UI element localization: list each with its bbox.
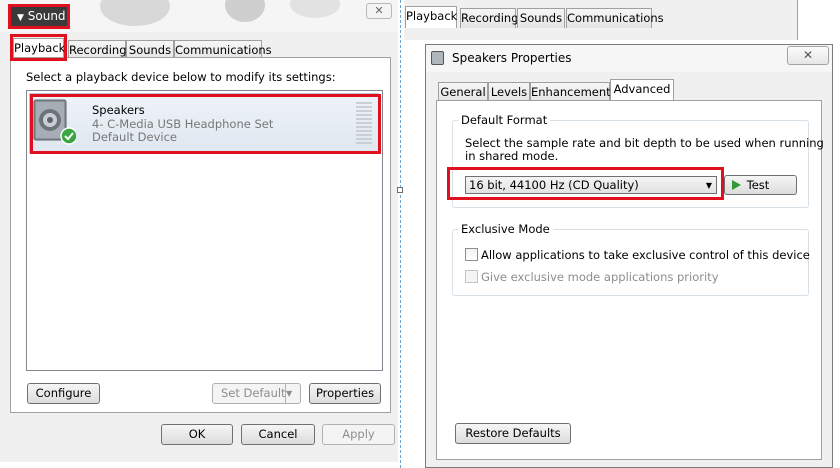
exclusive-priority-checkbox: [465, 270, 478, 283]
exclusive-mode-group: [452, 229, 809, 296]
sound-window-title: ▼ Sound: [8, 4, 70, 29]
chevron-down-icon: ▼: [285, 384, 300, 403]
set-default-button: Set Default ▼: [212, 383, 301, 404]
properties-close-button[interactable]: ✕: [787, 46, 829, 65]
allow-exclusive-checkbox[interactable]: [465, 248, 478, 261]
sound-close-button[interactable]: ✕: [366, 3, 392, 19]
properties-button[interactable]: Properties: [309, 383, 381, 404]
bg-tab-recording[interactable]: Recording: [460, 8, 519, 28]
device-highlight: [30, 94, 381, 154]
window-divider: [400, 0, 401, 468]
tab-general[interactable]: General: [438, 82, 488, 102]
allow-exclusive-label[interactable]: Allow applications to take exclusive con…: [481, 248, 810, 262]
properties-title: Speakers Properties: [452, 51, 572, 65]
speaker-small-icon: ▼: [17, 13, 24, 23]
tab-levels[interactable]: Levels: [488, 82, 530, 102]
bg-tab-communications[interactable]: Communications: [566, 8, 664, 28]
bg-tab-playback[interactable]: Playback: [405, 6, 457, 28]
format-select-highlight: [447, 167, 724, 200]
play-icon: [732, 180, 741, 190]
bg-tab-sounds[interactable]: Sounds: [517, 8, 565, 28]
default-format-description-cont: in shared mode.: [465, 149, 559, 163]
playback-tab-highlight: [10, 34, 67, 61]
playback-instruction: Select a playback device below to modify…: [26, 70, 336, 84]
default-format-description: Select the sample rate and bit depth to …: [465, 136, 824, 150]
configure-button[interactable]: Configure: [27, 383, 100, 404]
restore-defaults-button[interactable]: Restore Defaults: [455, 423, 571, 444]
tab-advanced[interactable]: Advanced: [610, 79, 674, 101]
speaker-window-icon: [431, 51, 444, 65]
tab-enhancements[interactable]: Enhancements: [530, 82, 617, 102]
titlebar-decoration: [100, 0, 170, 26]
titlebar-decoration: [290, 0, 340, 18]
exclusive-mode-title: Exclusive Mode: [458, 222, 553, 236]
test-button[interactable]: Test: [724, 175, 797, 195]
apply-button: Apply: [322, 424, 395, 445]
cancel-button[interactable]: Cancel: [241, 424, 315, 445]
exclusive-priority-label: Give exclusive mode applications priorit…: [481, 270, 719, 284]
resize-handle[interactable]: [397, 187, 403, 193]
ok-button[interactable]: OK: [161, 424, 233, 445]
titlebar-decoration: [225, 0, 265, 22]
default-format-title: Default Format: [458, 113, 551, 127]
background-desktop: [798, 0, 840, 40]
